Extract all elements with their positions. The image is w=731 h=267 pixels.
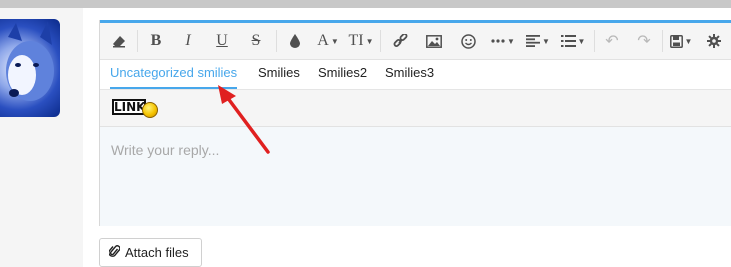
reply-placeholder: Write your reply... xyxy=(111,142,220,158)
undo-icon[interactable]: ↶ xyxy=(600,23,624,59)
tab-uncategorized-smilies[interactable]: Uncategorized smilies xyxy=(110,60,238,90)
italic-button[interactable]: I xyxy=(176,23,200,59)
align-button[interactable]: ▼ xyxy=(524,23,552,59)
avatar[interactable] xyxy=(0,19,60,117)
text-size-button[interactable]: TI ▼ xyxy=(346,23,376,59)
strikethrough-button[interactable]: S xyxy=(244,23,268,59)
bold-button[interactable]: B xyxy=(144,23,168,59)
paperclip-icon xyxy=(108,244,121,261)
tab-smilies2[interactable]: Smilies2 xyxy=(318,60,367,87)
toolbar-separator xyxy=(380,30,381,52)
link-icon[interactable] xyxy=(388,23,412,59)
smiley-icon[interactable] xyxy=(456,23,480,59)
link-smilie-text: LINK xyxy=(112,99,146,115)
tab-smilies3[interactable]: Smilies3 xyxy=(385,60,434,87)
underline-button[interactable]: U xyxy=(210,23,234,59)
window-top-border xyxy=(0,0,731,8)
smilie-list: LINK xyxy=(100,89,731,127)
link-smilie-icon[interactable]: LINK xyxy=(112,97,158,121)
toolbar-separator xyxy=(594,30,595,52)
rich-text-editor: B I U S A ▼ TI ▼ ▼ ▼ ▼ ↶ ↷ ▼ Uncategoriz… xyxy=(99,20,731,226)
list-button[interactable]: ▼ xyxy=(558,23,588,59)
image-icon[interactable] xyxy=(422,23,446,59)
eraser-icon[interactable] xyxy=(106,23,132,59)
smilie-category-tabs: Uncategorized smilies Smilies Smilies2 S… xyxy=(100,60,731,90)
reply-textarea[interactable]: Write your reply... xyxy=(100,127,731,226)
toolbar-separator xyxy=(137,30,138,52)
toolbar-separator xyxy=(662,30,663,52)
gear-icon[interactable] xyxy=(702,23,726,59)
wolf-avatar-image xyxy=(6,21,54,101)
redo-icon[interactable]: ↷ xyxy=(632,23,656,59)
editor-toolbar: B I U S A ▼ TI ▼ ▼ ▼ ▼ ↶ ↷ ▼ xyxy=(100,23,731,60)
smiley-face-icon xyxy=(142,102,158,118)
attach-files-label: Attach files xyxy=(125,245,189,260)
toolbar-separator xyxy=(276,30,277,52)
tab-smilies[interactable]: Smilies xyxy=(258,60,300,87)
attach-files-button[interactable]: Attach files xyxy=(99,238,202,267)
color-drop-icon[interactable] xyxy=(284,23,306,59)
save-drafts-button[interactable]: ▼ xyxy=(666,23,696,59)
more-button[interactable]: ▼ xyxy=(488,23,518,59)
font-button[interactable]: A ▼ xyxy=(314,23,342,59)
